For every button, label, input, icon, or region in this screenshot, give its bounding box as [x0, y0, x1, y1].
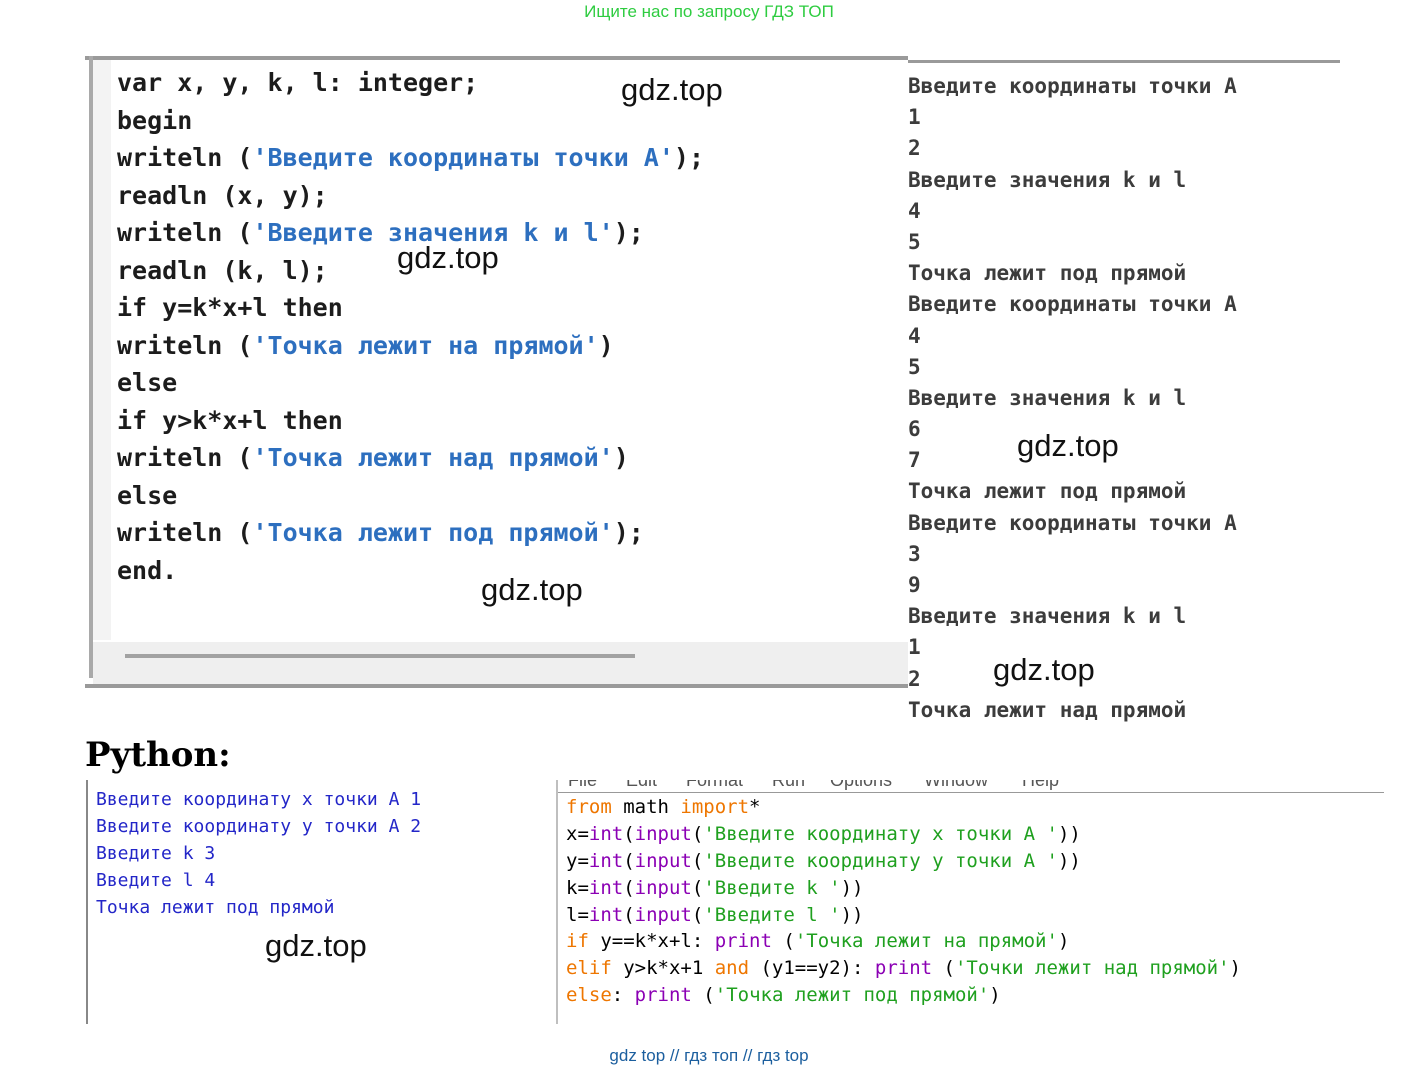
- watermark: gdz.top: [1017, 428, 1119, 463]
- console-line: Введите координаты точки А: [908, 74, 1237, 98]
- python-code-line: l=int(input('Введите l ')): [566, 903, 864, 926]
- console-line: Введите значения k и l: [908, 385, 1187, 410]
- code-line: writeln ('Точка лежит под прямой');: [117, 518, 644, 547]
- menu-edit[interactable]: Edit: [626, 780, 657, 791]
- code-line: writeln ('Введите координаты точки А');: [117, 143, 705, 172]
- console-line: 4: [908, 198, 921, 223]
- code-line: begin: [117, 105, 193, 135]
- python-code-line: if y==k*x+l: print ('Точка лежит на прям…: [566, 930, 1070, 953]
- shell-line: Введите k 3: [96, 843, 216, 864]
- watermark: gdz.top: [621, 72, 723, 107]
- watermark: gdz.top: [993, 652, 1095, 687]
- console-line: 5: [908, 229, 921, 254]
- pascal-code[interactable]: var x, y, k, l: integer; begin writeln (…: [117, 64, 897, 589]
- code-line: else: [117, 480, 178, 510]
- python-code-line: else: print ('Точка лежит под прямой'): [566, 984, 1001, 1007]
- console-line: 1: [908, 105, 921, 130]
- console-line: 3: [908, 541, 921, 566]
- editor-bottom-border: [85, 684, 908, 688]
- watermark: gdz.top: [481, 572, 583, 607]
- console-line: Введите значения k и l: [908, 604, 1187, 629]
- console-line: 5: [908, 354, 921, 379]
- horizontal-scrollbar-thumb[interactable]: [125, 654, 635, 658]
- watermark: gdz.top: [397, 240, 499, 275]
- bottom-banner: gdz top // гдз топ // гдз top: [609, 1046, 809, 1065]
- console-line: 2: [908, 136, 921, 161]
- console-line: 4: [908, 323, 921, 348]
- menu-window[interactable]: Window: [924, 780, 988, 791]
- console-line: 9: [908, 573, 921, 597]
- menu-options[interactable]: Options: [830, 780, 892, 791]
- code-line: if y>k*x+l then: [117, 405, 343, 435]
- watermark: gdz.top: [265, 928, 367, 963]
- code-line: writeln ('Точка лежит на прямой'): [117, 330, 614, 360]
- code-line: readln (x, y);: [117, 180, 328, 210]
- horizontal-scrollbar-track[interactable]: [93, 642, 908, 686]
- python-code-editor[interactable]: File Edit Format Run Options Window Help…: [556, 780, 1384, 1024]
- menu-bar: File Edit Format Run Options Window Help: [558, 780, 1384, 793]
- code-line: if y=k*x+l then: [117, 293, 343, 322]
- shell-line: Введите координату y точки А 2: [96, 816, 422, 837]
- code-line: else: [117, 368, 178, 397]
- console-line: Точка лежит над прямой: [908, 697, 1187, 722]
- menu-format[interactable]: Format: [686, 780, 743, 791]
- console-line: Введите координаты точки А: [908, 510, 1237, 535]
- console-line: Точка лежит под прямой: [908, 479, 1187, 504]
- shell-line: Точка лежит под прямой: [96, 897, 335, 918]
- top-banner: Ищите нас по запросу ГДЗ ТОП: [584, 2, 834, 21]
- python-heading: Python:: [85, 735, 231, 775]
- python-code-line: k=int(input('Введите k ')): [566, 876, 864, 899]
- shell-line: Введите координату x точки А 1: [96, 789, 422, 810]
- python-code-line: y=int(input('Введите координату y точки …: [566, 849, 1081, 872]
- python-code-line: elif y>k*x+1 and (y1==y2): print ('Точки…: [566, 957, 1241, 980]
- editor-top-border: [85, 56, 908, 60]
- menu-run[interactable]: Run: [772, 780, 805, 791]
- console-line: Точка лежит под прямой: [908, 261, 1187, 286]
- python-code-line: x=int(input('Введите координату x точки …: [566, 822, 1081, 845]
- editor-gutter: [93, 60, 111, 640]
- python-code-line: from math import*: [566, 796, 761, 818]
- code-line: writeln ('Введите значения k и l');: [117, 218, 644, 247]
- python-shell-output[interactable]: Введите координату x точки А 1 Введите ко…: [86, 780, 548, 1024]
- code-line: readln (k, l);: [117, 255, 328, 285]
- code-line: writeln ('Точка лежит над прямой'): [117, 443, 629, 472]
- menu-file[interactable]: File: [568, 780, 597, 791]
- console-line: Введите значения k и l: [908, 167, 1187, 192]
- code-line: var x, y, k, l: integer;: [117, 68, 479, 97]
- menu-help[interactable]: Help: [1022, 780, 1059, 791]
- pascal-output-console[interactable]: Введите координаты точки А 1 2 Введите знач…: [908, 60, 1340, 727]
- console-line: Введите координаты точки А: [908, 292, 1237, 317]
- shell-line: Введите l 4: [96, 870, 216, 891]
